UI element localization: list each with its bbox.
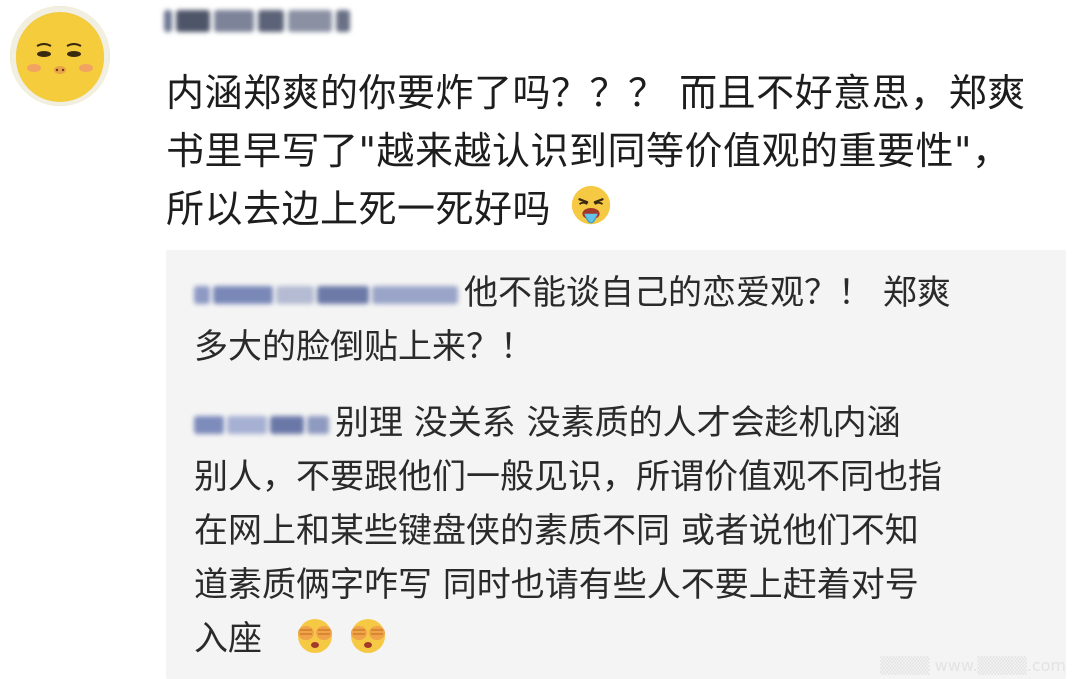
username-blur (336, 10, 350, 32)
comment-screenshot: 内涵郑爽的你要炸了吗？？？ 而且不好意思，郑爽 书里早写了"越来越认识到同等价值… (0, 0, 1080, 679)
username-blur (194, 285, 210, 304)
avatar-face-icon (16, 14, 104, 102)
watermark: ▒▒▒▒ www.▒▒▒▒.com (880, 656, 1066, 675)
comment-line: 书里早写了"越来越认识到同等价值观的重要性"， (166, 129, 1011, 173)
reply-line: 别人，不要跟他们一般见识，所谓价值观不同也指 (194, 457, 942, 497)
vomit-face-icon (571, 185, 610, 225)
username-blur (227, 415, 267, 434)
username-blur (317, 285, 369, 304)
username-blur (270, 415, 304, 434)
reply-text: 别理 没关系 没素质的人才会趁机内涵 (335, 403, 901, 443)
comment-body: 内涵郑爽的你要炸了吗？？？ 而且不好意思，郑爽 书里早写了"越来越认识到同等价值… (166, 64, 1071, 238)
covering-eyes-face-icon (297, 619, 332, 653)
reply-line: 道素质俩字咋写 同时也请有些人不要上赶着对号 (194, 565, 919, 605)
username-blur (213, 285, 273, 304)
username-blur (307, 415, 329, 434)
reply-line: 多大的脸倒贴上来？！ (194, 327, 534, 367)
username-blur (276, 285, 314, 304)
reply-line: 他不能谈自己的恋爱观？！ 郑爽 (194, 266, 1054, 320)
reply-text: 入座 (194, 619, 262, 659)
username-blur (214, 10, 254, 32)
comment-line: 所以去边上死一死好吗 (166, 180, 1071, 238)
comment-line: 内涵郑爽的你要炸了吗？？？ 而且不好意思，郑爽 (166, 71, 1026, 115)
reply-line: 别理 没关系 没素质的人才会趁机内涵 (194, 396, 1054, 450)
replies-panel: 他不能谈自己的恋爱观？！ 郑爽 多大的脸倒贴上来？！ 别理 没关系 没素质的人才… (166, 250, 1066, 679)
username-blur (258, 10, 284, 32)
username-blur (194, 415, 224, 434)
covering-eyes-face-icon (350, 619, 385, 653)
reply-text: 他不能谈自己的恋爱观？！ 郑爽 (464, 273, 951, 313)
username-blur (164, 10, 172, 32)
reply-item: 他不能谈自己的恋爱观？！ 郑爽 多大的脸倒贴上来？！ (194, 266, 1054, 374)
reply-item: 别理 没关系 没素质的人才会趁机内涵 别人，不要跟他们一般见识，所谓价值观不同也… (194, 396, 1054, 666)
comment-line-text: 所以去边上死一死好吗 (166, 187, 552, 231)
reply-line: 在网上和某些键盘侠的素质不同 或者说他们不知 (194, 511, 919, 551)
reply-username[interactable] (194, 285, 458, 304)
username-blur (372, 285, 458, 304)
username-blur (288, 10, 332, 32)
avatar[interactable] (10, 6, 110, 106)
comment-username[interactable] (164, 6, 376, 36)
reply-username[interactable] (194, 415, 329, 434)
username-blur (176, 10, 210, 32)
